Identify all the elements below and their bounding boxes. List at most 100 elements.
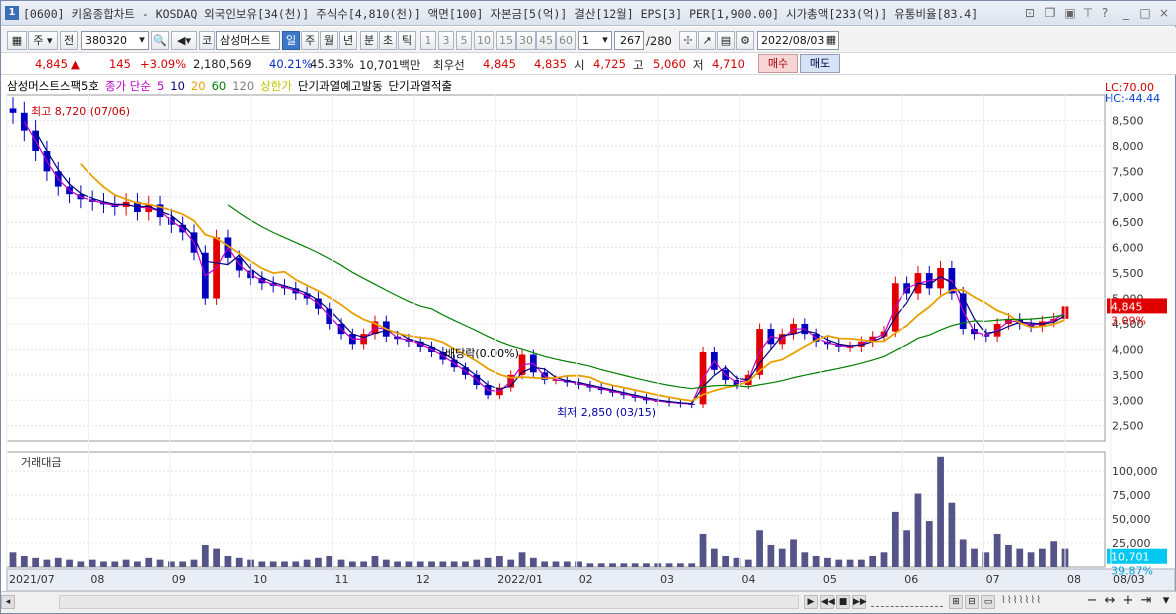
legend-item-7[interactable]: 상한가: [260, 79, 292, 93]
jong-select[interactable]: 주 ▾: [28, 31, 58, 50]
period-month[interactable]: 월: [320, 31, 338, 50]
interval-30[interactable]: 30: [516, 31, 536, 50]
volume-bar: [337, 559, 345, 567]
volume-bar: [156, 559, 164, 567]
crosshair-icon[interactable]: ✣: [679, 31, 697, 50]
volume-bar: [360, 561, 368, 567]
grid-icon[interactable]: ⊟: [965, 595, 979, 609]
sound-icon[interactable]: ◀▾: [171, 31, 197, 50]
volume-bar: [88, 559, 96, 567]
zoom-fit-icon[interactable]: ↔: [1103, 593, 1117, 609]
legend-item-6[interactable]: 120: [232, 79, 254, 93]
close-icon[interactable]: ×: [1157, 6, 1171, 20]
volume-bar: [937, 456, 944, 567]
legend-item-8[interactable]: 단기과열예고발동: [298, 79, 383, 93]
help-icon[interactable]: ?: [1098, 6, 1112, 20]
layout-icon[interactable]: ⊞: [949, 595, 963, 609]
draw-icon[interactable]: ↗: [698, 31, 716, 50]
scroll-left-icon[interactable]: ◂: [1, 595, 15, 609]
x-tick-label: 12: [416, 573, 430, 586]
sell-button[interactable]: 매도: [800, 54, 840, 73]
chevron-down-icon[interactable]: ▾: [135, 31, 149, 50]
calendar-icon[interactable]: ▦: [823, 31, 839, 50]
volume-bar: [405, 561, 413, 567]
period-week[interactable]: 주: [301, 31, 319, 50]
rewind-icon[interactable]: ◀◀: [820, 595, 835, 609]
buy-button[interactable]: 매수: [758, 54, 798, 73]
search-icon[interactable]: 🔍: [151, 31, 169, 50]
chart-scrollbar[interactable]: ◂ ▶ ◀◀ ■ ▶▶ ⊞ ⊟ ▭ ⌇⌇⌇⌇⌇⌇⌇ − ↔ + ⇥ ▾: [1, 591, 1176, 613]
market-button[interactable]: 코: [199, 31, 215, 50]
legend-item-0[interactable]: 삼성머스트스팩5호: [7, 79, 99, 93]
x-tick-label: 08: [90, 573, 104, 586]
volume-bar: [450, 561, 458, 567]
period-minute[interactable]: 분: [360, 31, 378, 50]
volume-bar: [812, 555, 820, 567]
period-year[interactable]: 년: [339, 31, 357, 50]
volume-bar: [100, 561, 107, 567]
scroll-track[interactable]: [59, 595, 799, 609]
interval-60[interactable]: 60: [556, 31, 576, 50]
legend-item-9[interactable]: 단기과열적출: [389, 79, 452, 93]
interval-1[interactable]: 1: [420, 31, 436, 50]
more-icon[interactable]: ▾: [1159, 593, 1173, 609]
dividend-annotation: 배당락(0.00%): [445, 347, 519, 360]
play-icon[interactable]: ▶: [804, 595, 818, 609]
interval-5[interactable]: 5: [456, 31, 472, 50]
copy-icon[interactable]: ❐: [1043, 6, 1057, 20]
interval-45[interactable]: 45: [536, 31, 556, 50]
jeon-button[interactable]: 전: [60, 31, 78, 50]
count-dropdown-icon[interactable]: ▾: [598, 31, 612, 50]
minimize-icon[interactable]: _: [1119, 6, 1133, 20]
volume-bar: [971, 548, 978, 567]
zoom-in-icon[interactable]: +: [1121, 593, 1135, 609]
interval-3[interactable]: 3: [438, 31, 454, 50]
zoom-out-icon[interactable]: −: [1085, 593, 1099, 609]
interval-15[interactable]: 15: [496, 31, 516, 50]
legend-item-2[interactable]: 5: [157, 79, 164, 93]
volume-bar: [258, 561, 266, 567]
legend-item-3[interactable]: 10: [170, 79, 185, 93]
screen-icon[interactable]: ▭: [981, 595, 995, 609]
volume-bar: [281, 561, 288, 567]
volume-bar: [925, 521, 933, 567]
period-second[interactable]: 초: [379, 31, 397, 50]
y-tick-label: 7,500: [1112, 165, 1144, 178]
pin-icon[interactable]: ⊤: [1081, 6, 1095, 20]
maximize-icon[interactable]: □: [1138, 6, 1152, 20]
forward-icon[interactable]: ▶▶: [852, 595, 867, 609]
volume-bar: [145, 557, 153, 567]
volume-bar: [631, 563, 639, 567]
low-label: 저: [693, 58, 704, 72]
current-price-tag-text: 4,845: [1111, 300, 1143, 313]
low-annotation: 최저 2,850 (03/15): [557, 406, 656, 419]
counter-input[interactable]: 267: [614, 31, 644, 50]
chart-window: 1 [0600] 키움종합차트 - KOSDAQ 외국인보유[34(천)] 주식…: [0, 0, 1176, 614]
volume-bar: [677, 563, 684, 567]
volume-bar: [518, 552, 526, 567]
legend-item-4[interactable]: 20: [191, 79, 206, 93]
chart-type-icon[interactable]: ▦: [7, 31, 27, 50]
volume-bar: [643, 563, 650, 567]
zoom-slider[interactable]: [871, 597, 943, 607]
gear-icon[interactable]: ⚙: [736, 31, 754, 50]
volume-bar: [790, 539, 797, 567]
scroll-end-icon[interactable]: ⇥: [1139, 593, 1153, 609]
stop-icon[interactable]: ■: [836, 595, 850, 609]
volume-bar: [224, 555, 232, 567]
legend-item-1[interactable]: 종가 단순: [105, 79, 151, 93]
link-icon[interactable]: ⊡: [1023, 6, 1037, 20]
y-tick-label: 7,000: [1112, 191, 1144, 204]
save-icon[interactable]: ▣: [1063, 6, 1077, 20]
indicator-shortcuts[interactable]: ⌇⌇⌇⌇⌇⌇⌇: [1001, 595, 1071, 609]
open-label: 시: [574, 58, 585, 72]
volume-bar: [541, 561, 549, 567]
stock-name-field[interactable]: 삼성머스트: [216, 31, 280, 50]
y-tick-label: 6,000: [1112, 242, 1144, 255]
legend-item-5[interactable]: 60: [212, 79, 227, 93]
interval-10[interactable]: 10: [474, 31, 494, 50]
price-chart[interactable]: 8,5008,0007,5007,0006,5006,0005,5005,000…: [1, 77, 1176, 591]
disk-icon[interactable]: ▤: [717, 31, 735, 50]
period-day[interactable]: 일: [282, 31, 300, 50]
period-tick[interactable]: 틱: [398, 31, 416, 50]
